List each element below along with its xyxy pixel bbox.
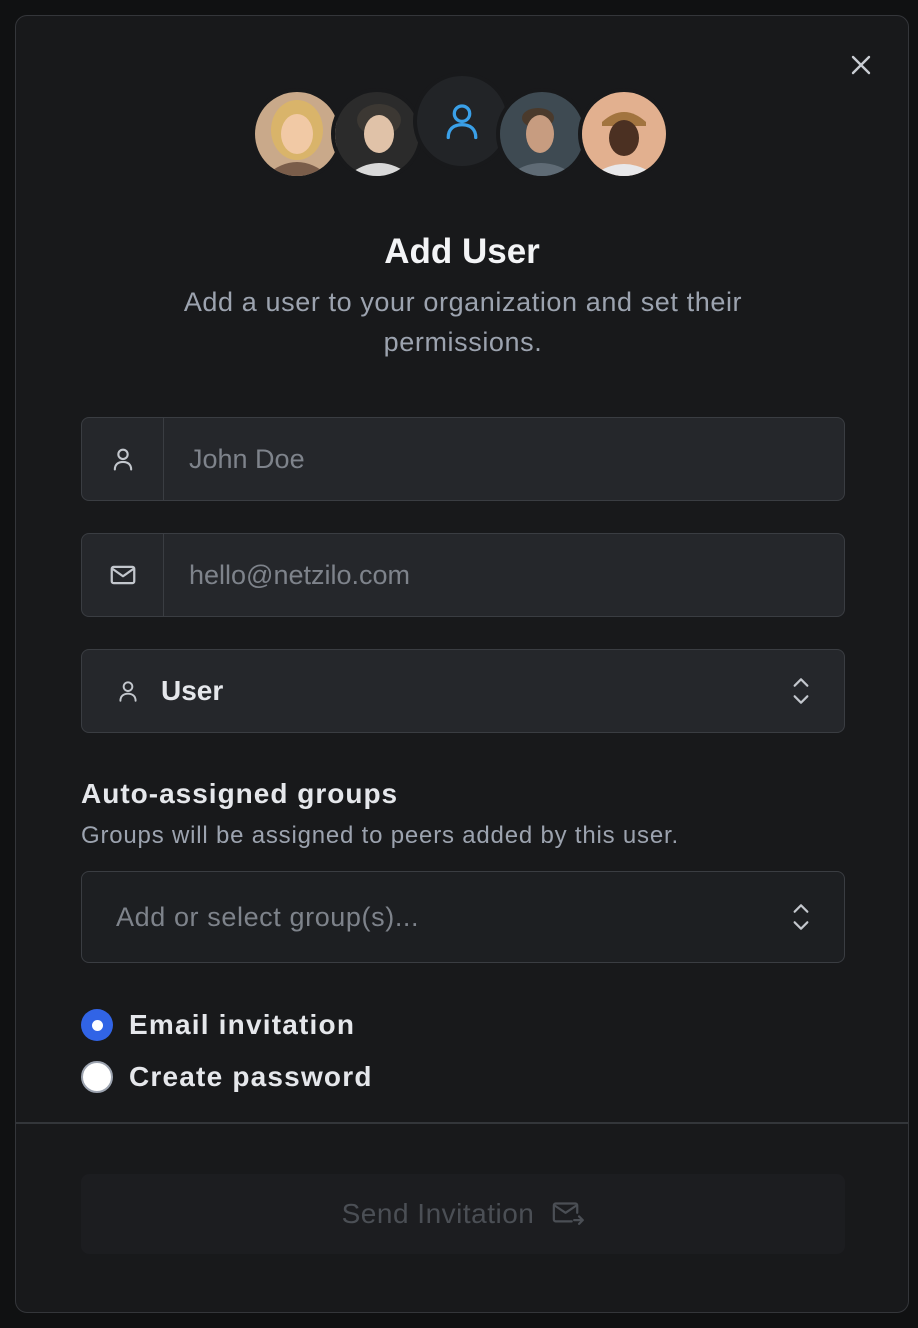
user-icon: [113, 448, 132, 471]
avatar-man-cap: [578, 88, 670, 180]
avatar-group: [16, 72, 908, 184]
groups-select-placeholder: Add or select group(s)...: [116, 901, 420, 932]
role-select[interactable]: User: [81, 649, 845, 733]
user-icon: [119, 681, 137, 702]
mail-icon: [110, 565, 135, 585]
email-input[interactable]: [164, 534, 844, 616]
modal-title: Add User: [384, 232, 540, 271]
email-field-wrapper: [81, 533, 845, 617]
radio-button-unchecked[interactable]: [81, 1061, 113, 1093]
avatar-placeholder: [413, 72, 511, 170]
groups-select[interactable]: Add or select group(s)...: [81, 871, 845, 963]
send-mail-icon: [553, 1202, 585, 1225]
chevron-up-down-icon: [793, 678, 809, 704]
email-field-prefix: [82, 534, 164, 616]
groups-help-text: Groups will be assigned to peers added b…: [81, 822, 679, 849]
radio-create-password[interactable]: Create password: [81, 1061, 373, 1093]
add-user-modal: Add User Add a user to your organization…: [15, 15, 909, 1313]
footer-divider: [16, 1122, 908, 1124]
radio-label-create-password: Create password: [129, 1061, 373, 1092]
send-invitation-label: Send Invitation: [341, 1198, 535, 1229]
user-icon: [446, 104, 478, 140]
groups-heading: Auto-assigned groups: [81, 778, 399, 809]
name-input[interactable]: [164, 418, 844, 500]
chevron-up-down-icon: [793, 904, 809, 930]
radio-button-checked[interactable]: [81, 1009, 113, 1041]
avatar-man-profile: [496, 88, 588, 180]
send-invitation-button[interactable]: Send Invitation: [81, 1174, 845, 1254]
modal-subtitle: Add a user to your organization and set …: [183, 287, 743, 357]
radio-email-invitation[interactable]: Email invitation: [81, 1009, 355, 1041]
name-field-prefix: [82, 418, 164, 500]
avatar-man-curly: [331, 88, 423, 180]
role-select-value: User: [161, 675, 224, 706]
radio-label-email-invitation: Email invitation: [129, 1009, 356, 1040]
avatar-woman-blonde: [251, 88, 343, 180]
name-field-wrapper: [81, 417, 845, 501]
